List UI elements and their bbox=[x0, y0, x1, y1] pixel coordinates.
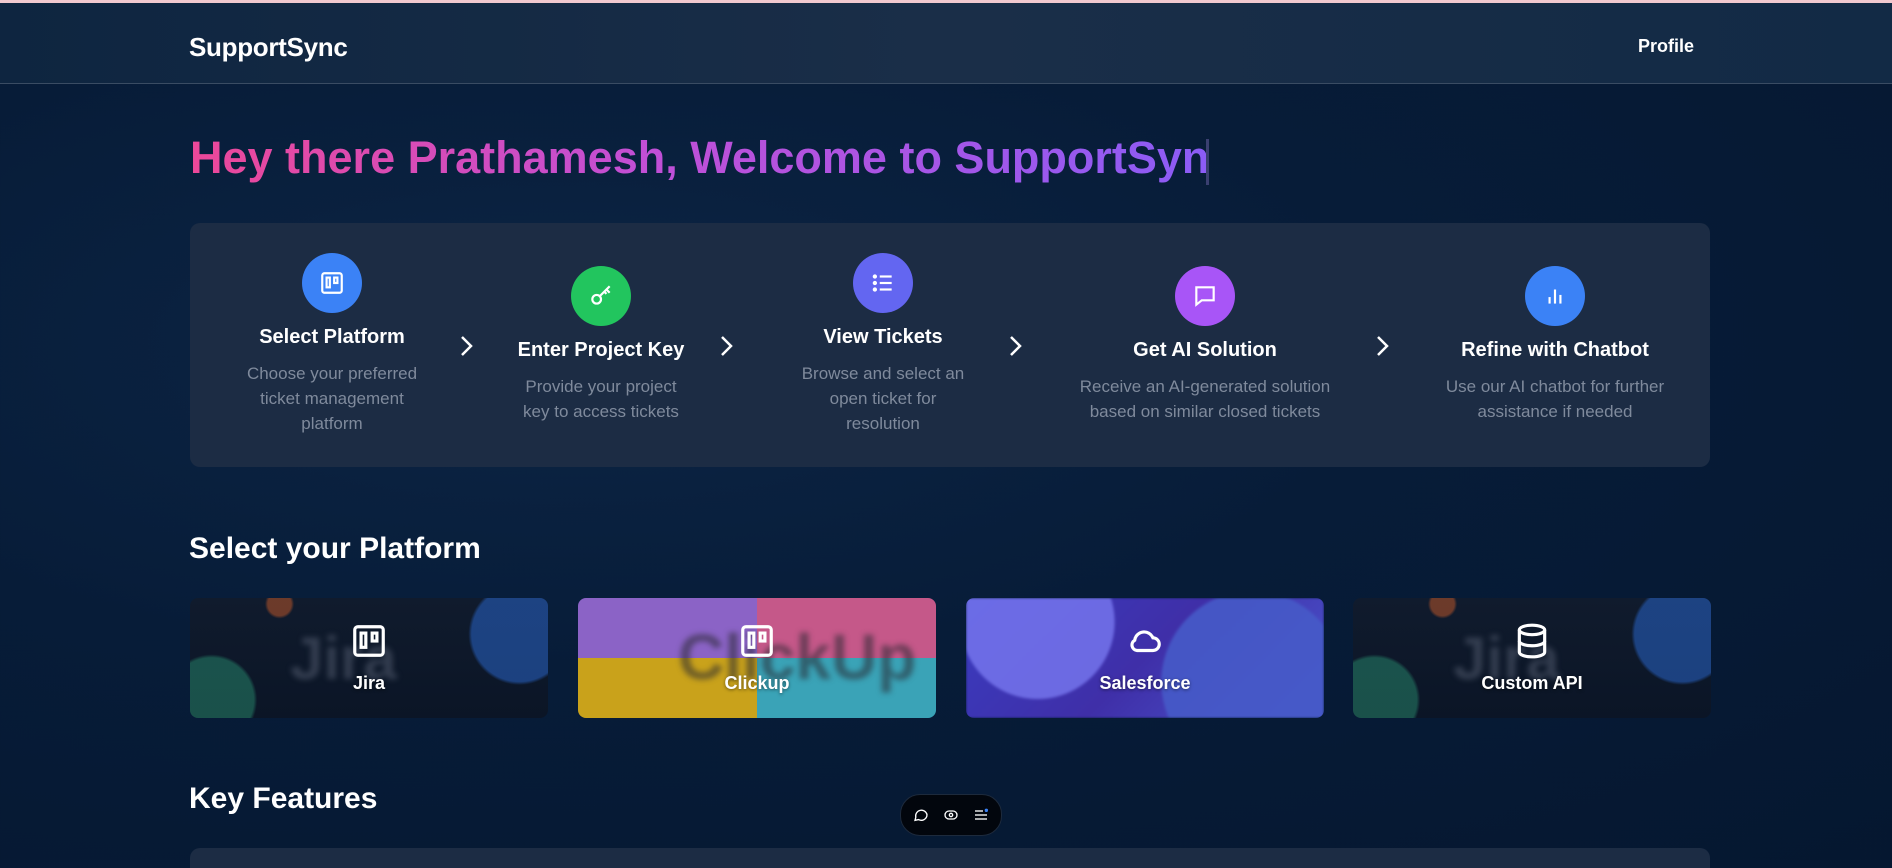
eye-icon[interactable] bbox=[941, 805, 961, 825]
platform-card-custom-api[interactable]: Jira Custom API bbox=[1353, 598, 1711, 718]
features-section-title: Key Features bbox=[189, 782, 378, 815]
welcome-heading: Hey there Prathamesh, Welcome to Support… bbox=[190, 132, 1210, 183]
platform-card-clickup[interactable]: ClickUp Clickup bbox=[578, 598, 936, 718]
menu-icon[interactable] bbox=[971, 805, 991, 825]
step-description: Choose your preferred ticket management … bbox=[246, 364, 418, 433]
list-icon bbox=[853, 253, 913, 313]
step-description: Use our AI chatbot for further assistanc… bbox=[1445, 377, 1665, 421]
chevron-right-icon bbox=[721, 336, 733, 356]
chevron-right-icon bbox=[1377, 336, 1389, 356]
profile-link[interactable]: Profile bbox=[1638, 36, 1694, 57]
step-description: Provide your project key to access ticke… bbox=[523, 377, 679, 421]
bar-chart-icon bbox=[1525, 266, 1585, 326]
step-title: Select Platform bbox=[259, 326, 405, 348]
step-title: Get AI Solution bbox=[1133, 339, 1277, 361]
chevron-right-icon bbox=[1010, 336, 1022, 356]
step-description: Receive an AI-generated solution based o… bbox=[1079, 377, 1331, 421]
step-select-platform: Select Platform Choose your preferred ti… bbox=[190, 253, 474, 436]
platform-card-salesforce[interactable]: Salesforce bbox=[966, 598, 1324, 718]
chat-icon bbox=[1175, 266, 1235, 326]
board-icon bbox=[302, 253, 362, 313]
step-get-ai-solution: Get AI Solution Receive an AI-generated … bbox=[1060, 266, 1350, 424]
floating-toolbar bbox=[900, 794, 1002, 836]
board-icon bbox=[741, 625, 773, 657]
step-description: Browse and select an open ticket for res… bbox=[801, 364, 965, 433]
steps-panel: Select Platform Choose your preferred ti… bbox=[190, 223, 1710, 467]
navbar: SupportSync Profile bbox=[0, 3, 1892, 84]
brand-logo[interactable]: SupportSync bbox=[189, 32, 348, 63]
platform-label: Clickup bbox=[724, 673, 790, 693]
database-icon bbox=[1517, 623, 1547, 659]
step-title: View Tickets bbox=[823, 326, 943, 348]
step-refine-with-chatbot: Refine with Chatbot Use our AI chatbot f… bbox=[1430, 266, 1680, 424]
step-enter-project-key: Enter Project Key Provide your project k… bbox=[508, 266, 694, 424]
step-title: Enter Project Key bbox=[517, 339, 685, 361]
key-icon bbox=[571, 266, 631, 326]
platform-card-jira[interactable]: Jira Jira bbox=[190, 598, 548, 718]
chevron-right-icon bbox=[461, 336, 473, 356]
step-title: Refine with Chatbot bbox=[1461, 339, 1649, 361]
platform-label: Salesforce bbox=[1099, 673, 1191, 693]
platform-label: Custom API bbox=[1481, 673, 1583, 693]
platform-label: Jira bbox=[352, 673, 386, 693]
platform-section-title: Select your Platform bbox=[189, 532, 481, 565]
board-icon bbox=[353, 625, 385, 657]
chat-icon[interactable] bbox=[911, 805, 931, 825]
typing-cursor bbox=[1206, 139, 1209, 185]
step-view-tickets: View Tickets Browse and select an open t… bbox=[790, 253, 976, 436]
features-panel bbox=[190, 848, 1710, 868]
cloud-icon bbox=[1130, 630, 1161, 653]
